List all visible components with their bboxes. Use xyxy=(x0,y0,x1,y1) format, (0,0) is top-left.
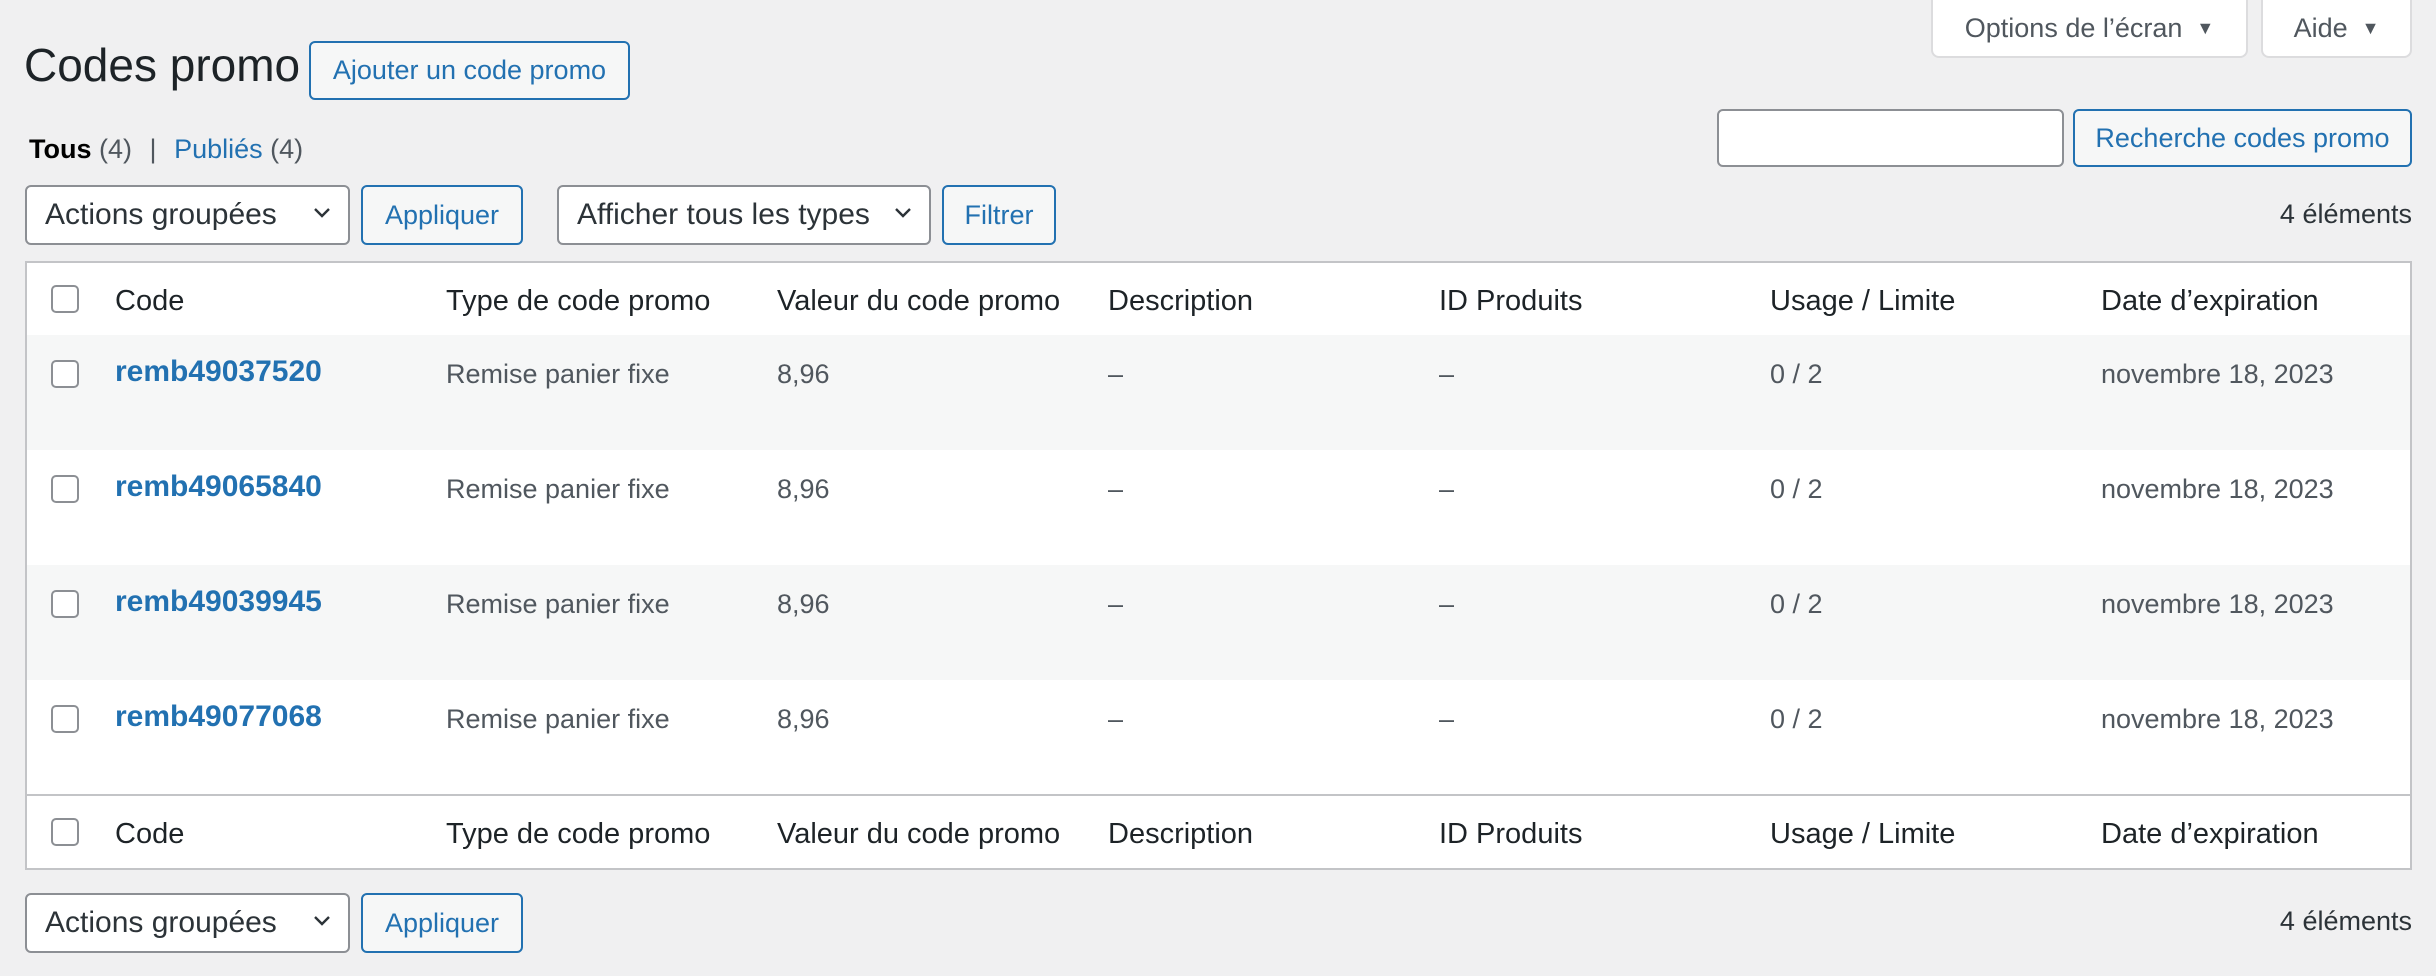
search-coupons-button[interactable]: Recherche codes promo xyxy=(2073,109,2412,167)
coupon-expiry: novembre 18, 2023 xyxy=(2101,704,2334,734)
page-title: Codes promo xyxy=(24,39,301,91)
bulk-actions-top-label: Actions groupées xyxy=(45,198,277,231)
select-all-checkbox-footer[interactable] xyxy=(51,818,79,846)
coupon-product-ids: – xyxy=(1439,704,1455,734)
filter-button[interactable]: Filtrer xyxy=(942,185,1056,245)
coupon-product-ids: – xyxy=(1439,589,1455,619)
coupon-product-ids: – xyxy=(1439,474,1455,504)
coupon-expiry: novembre 18, 2023 xyxy=(2101,474,2334,504)
screen-options-tab[interactable]: Options de l’écran ▼ xyxy=(1931,0,2248,58)
table-row: remb49037520 Remise panier fixe 8,96 – –… xyxy=(27,335,2410,450)
column-footer-usage: Usage / Limite xyxy=(1770,818,1956,850)
coupon-code-link[interactable]: remb49077068 xyxy=(115,700,322,734)
coupon-code-link[interactable]: remb49065840 xyxy=(115,470,322,504)
row-checkbox[interactable] xyxy=(51,475,79,503)
select-all-checkbox[interactable] xyxy=(51,285,79,313)
table-row: remb49077068 Remise panier fixe 8,96 – –… xyxy=(27,680,2410,795)
bulk-actions-select-top[interactable]: Actions groupées xyxy=(25,185,350,245)
coupon-description: – xyxy=(1108,359,1124,389)
coupon-description: – xyxy=(1108,704,1124,734)
filter-all[interactable]: Tous (4) xyxy=(29,134,132,164)
column-header-product-ids: ID Produits xyxy=(1439,285,1583,317)
column-footer-description: Description xyxy=(1108,818,1254,850)
coupon-product-ids: – xyxy=(1439,359,1455,389)
column-header-value: Valeur du code promo xyxy=(777,285,1061,317)
triangle-down-icon: ▼ xyxy=(2196,17,2215,38)
help-label: Aide xyxy=(2293,12,2348,43)
filter-all-label: Tous xyxy=(29,134,92,164)
coupon-type-label: Afficher tous les types xyxy=(577,198,870,231)
triangle-down-icon: ▼ xyxy=(2361,17,2380,38)
coupon-usage: 0 / 2 xyxy=(1770,474,1823,504)
table-row: remb49039945 Remise panier fixe 8,96 – –… xyxy=(27,565,2410,680)
coupon-usage: 0 / 2 xyxy=(1770,704,1823,734)
coupon-expiry: novembre 18, 2023 xyxy=(2101,589,2334,619)
item-count-bottom: 4 éléments xyxy=(2279,906,2412,936)
add-coupon-button[interactable]: Ajouter un code promo xyxy=(309,41,630,100)
column-footer-type: Type de code promo xyxy=(446,818,711,850)
coupon-usage: 0 / 2 xyxy=(1770,359,1823,389)
chevron-down-icon xyxy=(895,208,911,218)
filter-published[interactable]: Publiés (4) xyxy=(174,134,303,164)
help-tab[interactable]: Aide ▼ xyxy=(2261,0,2412,58)
status-filters: Tous (4) | Publiés (4) xyxy=(29,134,303,165)
column-header-expiry: Date d’expiration xyxy=(2101,285,2319,317)
search-input[interactable] xyxy=(1717,109,2064,167)
filter-separator: | xyxy=(149,134,157,164)
coupon-value: 8,96 xyxy=(777,359,830,389)
coupons-table: Code Type de code promo Valeur du code p… xyxy=(25,261,2412,870)
coupon-type-select[interactable]: Afficher tous les types xyxy=(557,185,931,245)
column-footer-expiry: Date d’expiration xyxy=(2101,818,2319,850)
table-row: remb49065840 Remise panier fixe 8,96 – –… xyxy=(27,450,2410,565)
column-header-type: Type de code promo xyxy=(446,285,711,317)
column-footer-value: Valeur du code promo xyxy=(777,818,1061,850)
column-header-usage: Usage / Limite xyxy=(1770,285,1956,317)
row-checkbox[interactable] xyxy=(51,360,79,388)
column-footer-product-ids: ID Produits xyxy=(1439,818,1583,850)
coupon-type: Remise panier fixe xyxy=(446,589,670,619)
table-header: Code Type de code promo Valeur du code p… xyxy=(27,263,2410,337)
column-header-code[interactable]: Code xyxy=(115,285,184,318)
coupon-value: 8,96 xyxy=(777,474,830,504)
coupon-usage: 0 / 2 xyxy=(1770,589,1823,619)
apply-button-bottom[interactable]: Appliquer xyxy=(361,893,523,953)
coupon-description: – xyxy=(1108,474,1124,504)
filter-published-count: (4) xyxy=(270,134,304,164)
row-checkbox[interactable] xyxy=(51,590,79,618)
coupon-description: – xyxy=(1108,589,1124,619)
table-footer: Code Type de code promo Valeur du code p… xyxy=(27,794,2410,868)
bulk-actions-bottom-label: Actions groupées xyxy=(45,906,277,939)
column-header-description: Description xyxy=(1108,285,1254,317)
coupon-code-link[interactable]: remb49037520 xyxy=(115,355,322,389)
chevron-down-icon xyxy=(314,916,330,926)
coupon-expiry: novembre 18, 2023 xyxy=(2101,359,2334,389)
column-footer-code[interactable]: Code xyxy=(115,818,184,851)
row-checkbox[interactable] xyxy=(51,705,79,733)
coupon-type: Remise panier fixe xyxy=(446,704,670,734)
coupon-type: Remise panier fixe xyxy=(446,474,670,504)
coupon-type: Remise panier fixe xyxy=(446,359,670,389)
coupon-value: 8,96 xyxy=(777,589,830,619)
apply-button-top[interactable]: Appliquer xyxy=(361,185,523,245)
filter-all-count: (4) xyxy=(99,134,133,164)
item-count-top: 4 éléments xyxy=(2279,199,2412,229)
chevron-down-icon xyxy=(314,208,330,218)
screen-options-label: Options de l’écran xyxy=(1964,12,2183,43)
filter-published-label: Publiés xyxy=(174,134,263,164)
bulk-actions-select-bottom[interactable]: Actions groupées xyxy=(25,893,350,953)
coupon-code-link[interactable]: remb49039945 xyxy=(115,585,322,619)
coupon-value: 8,96 xyxy=(777,704,830,734)
